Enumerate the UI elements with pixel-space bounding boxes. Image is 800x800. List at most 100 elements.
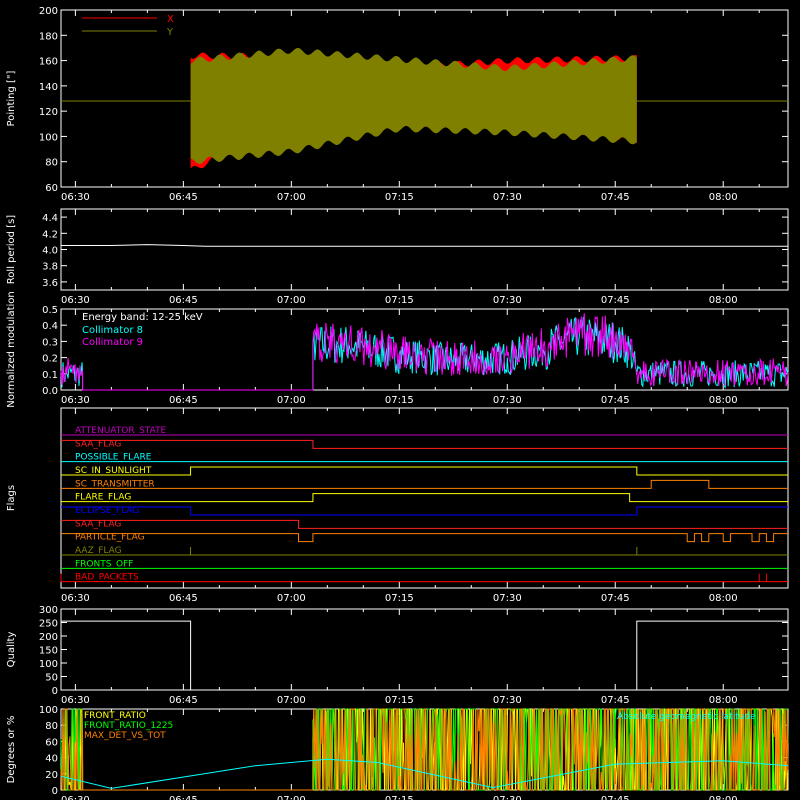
x-tick-label: 07:00 <box>277 795 306 800</box>
x-tick-label: 07:45 <box>601 295 630 306</box>
y-tick-label: 0.0 <box>42 386 58 397</box>
x-tick-label: 06:30 <box>61 192 90 203</box>
x-tick-label: 08:00 <box>709 795 738 800</box>
flag-label: ECLIPSE_FLAG <box>75 506 139 516</box>
y-tick-label: 4.0 <box>42 246 58 257</box>
x-tick-label: 06:30 <box>61 593 90 604</box>
flag-label: BAD_PACKETS <box>75 573 139 583</box>
x-tick-label: 06:45 <box>169 795 198 800</box>
y-tick-label: 20 <box>45 770 58 781</box>
flag-label: SAA_FLAG <box>75 439 121 449</box>
y-axis-label: Roll period [s] <box>6 215 17 284</box>
flag-label: PARTICLE_FLAG <box>75 533 145 543</box>
legend-label: FRONT_RATIO_1225 <box>84 721 173 731</box>
flag-label: SC_IN_SUNLIGHT <box>75 466 152 476</box>
energy-band-annotation: Energy band: 12-25 keV <box>82 312 203 323</box>
x-tick-label: 07:00 <box>277 593 306 604</box>
flag-label: FRONTS_OFF <box>75 559 133 569</box>
y-tick-label: 120 <box>39 107 58 118</box>
y-axis-label: Degrees or % <box>6 716 17 784</box>
flag-label: SAA_FLAG <box>75 519 121 529</box>
x-tick-label: 06:45 <box>169 593 198 604</box>
y-tick-label: 4.2 <box>42 229 58 240</box>
x-tick-label: 07:15 <box>385 795 414 800</box>
legend-label: MAX_DET_VS_TOT <box>84 731 166 741</box>
y-axis-label: Pointing ["] <box>6 70 17 126</box>
y-tick-label: 100 <box>39 659 58 670</box>
y-tick-label: 0 <box>52 786 58 797</box>
x-tick-label: 06:45 <box>169 395 198 406</box>
x-tick-label: 07:45 <box>601 395 630 406</box>
x-tick-label: 07:00 <box>277 192 306 203</box>
x-tick-label: 07:45 <box>601 795 630 800</box>
flag-label: ATTENUATOR_STATE <box>75 426 167 436</box>
legend-label: FRONT_RATIO <box>84 711 146 721</box>
y-tick-label: 0.3 <box>42 337 58 348</box>
y-tick-label: 3.8 <box>42 262 58 273</box>
x-tick-label: 07:45 <box>601 695 630 706</box>
legend-label: Y <box>166 27 174 38</box>
x-tick-label: 06:30 <box>61 395 90 406</box>
legend-label: Absolute geomagnetic latitude <box>617 712 756 722</box>
x-tick-label: 07:45 <box>601 593 630 604</box>
x-tick-label: 08:00 <box>709 695 738 706</box>
y-tick-label: 50 <box>45 673 58 684</box>
y-axis-label: Flags <box>6 485 17 511</box>
x-tick-label: 07:30 <box>493 295 522 306</box>
legend-label: Collimator 8 <box>82 325 143 336</box>
y-tick-label: 200 <box>39 632 58 643</box>
y-tick-label: 100 <box>39 705 58 716</box>
x-tick-label: 07:15 <box>385 295 414 306</box>
y-tick-label: 0.4 <box>42 321 58 332</box>
y-tick-label: 0.2 <box>42 354 58 365</box>
x-tick-label: 07:30 <box>493 795 522 800</box>
x-tick-label: 07:15 <box>385 192 414 203</box>
x-tick-label: 08:00 <box>709 395 738 406</box>
x-tick-label: 08:00 <box>709 593 738 604</box>
summary-plot: 06:30 06:45 07:00 07:15 07:30 07:45 08:00 60 80 1… <box>0 0 800 800</box>
x-tick-label: 07:45 <box>601 192 630 203</box>
y-tick-label: 250 <box>39 619 58 630</box>
flag-label: POSSIBLE_FLARE <box>75 453 152 463</box>
x-tick-label: 07:00 <box>277 295 306 306</box>
x-tick-label: 07:00 <box>277 395 306 406</box>
y-tick-label: 160 <box>39 57 58 68</box>
x-tick-label: 07:30 <box>493 593 522 604</box>
y-axis-label: Quality <box>6 632 17 668</box>
y-tick-label: 60 <box>45 183 58 194</box>
x-tick-label: 08:00 <box>709 192 738 203</box>
x-tick-label: 06:45 <box>169 695 198 706</box>
y-axis-label: Normalized modulation <box>6 291 17 408</box>
y-tick-label: 3.6 <box>42 278 58 289</box>
x-tick-label: 06:30 <box>61 795 90 800</box>
y-tick-label: 0.5 <box>42 305 58 316</box>
legend-label: Collimator 9 <box>82 337 143 348</box>
x-tick-label: 07:30 <box>493 192 522 203</box>
y-tick-label: 80 <box>45 158 58 169</box>
x-tick-label: 07:30 <box>493 695 522 706</box>
x-tick-label: 07:00 <box>277 695 306 706</box>
x-tick-label: 06:45 <box>169 192 198 203</box>
x-tick-label: 08:00 <box>709 295 738 306</box>
x-tick-label: 07:15 <box>385 395 414 406</box>
y-tick-label: 0.1 <box>42 370 58 381</box>
y-tick-label: 180 <box>39 31 58 42</box>
y-tick-label: 60 <box>45 737 58 748</box>
flag-label: FLARE_FLAG <box>75 493 131 503</box>
x-tick-label: 06:30 <box>61 695 90 706</box>
y-tick-label: 4.4 <box>42 213 58 224</box>
y-tick-label: 200 <box>39 6 58 17</box>
x-tick-label: 07:15 <box>385 593 414 604</box>
flag-label: SC_TRANSMITTER <box>75 479 155 489</box>
y-tick-label: 300 <box>39 605 58 616</box>
x-tick-label: 06:30 <box>61 295 90 306</box>
x-tick-label: 06:45 <box>169 295 198 306</box>
y-tick-label: 80 <box>45 721 58 732</box>
y-tick-label: 140 <box>39 82 58 93</box>
y-tick-label: 40 <box>45 754 58 765</box>
x-tick-label: 07:30 <box>493 395 522 406</box>
flag-label: AAZ_FLAG <box>75 546 122 556</box>
legend-label: X <box>167 14 174 25</box>
y-tick-label: 150 <box>39 646 58 657</box>
x-tick-label: 07:15 <box>385 695 414 706</box>
